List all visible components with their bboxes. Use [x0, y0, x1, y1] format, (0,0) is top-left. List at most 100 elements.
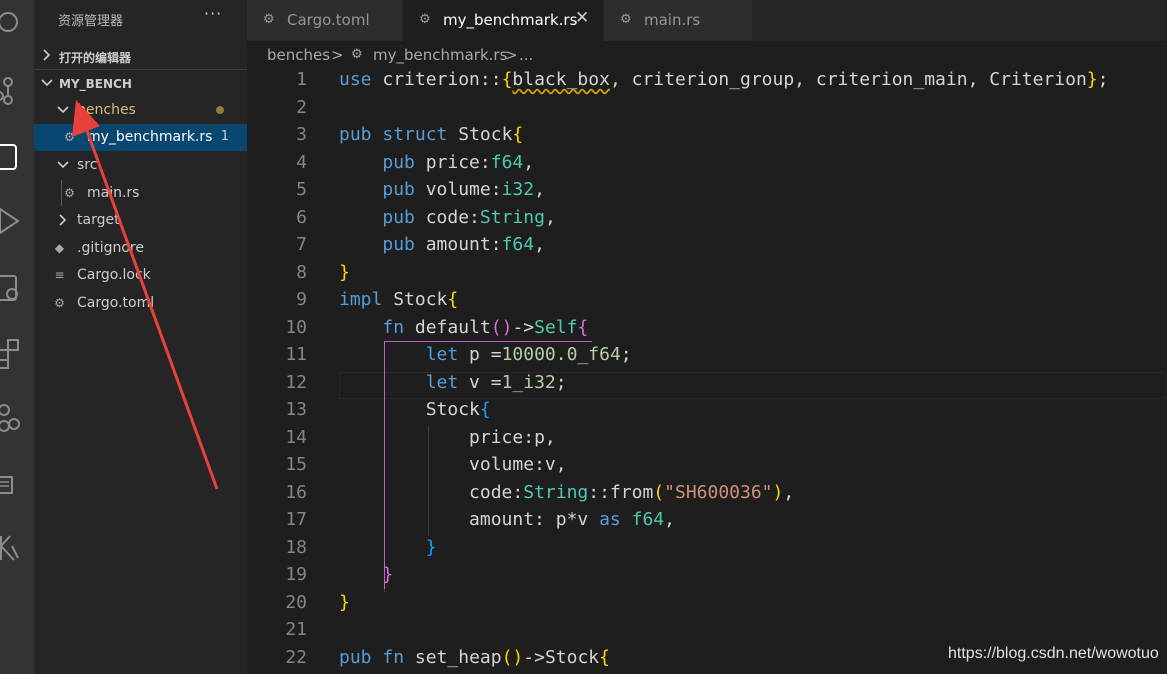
explorer-title: 资源管理器 [58, 14, 124, 29]
editor-tabs: ⚙ Cargo.toml ⚙ my_benchmark.rs ✕ ⚙ main.… [247, 0, 1167, 41]
code-line: } [382, 564, 394, 585]
code-line: } [339, 592, 350, 613]
tree-item-label: .gitignore [77, 240, 144, 256]
project-section[interactable]: MY_BENCH [34, 71, 247, 97]
tree-item-cargo-lock[interactable]: ≡ Cargo.lock [34, 262, 247, 289]
line-number: 15 [285, 454, 307, 475]
breadcrumb-item-benches[interactable]: benches [267, 46, 330, 64]
open-editors-label: 打开的编辑器 [59, 51, 132, 65]
line-number: 9 [296, 289, 307, 310]
code-line: volume:v, [339, 454, 567, 475]
tree-item-cargo-toml[interactable]: ⚙ Cargo.toml [34, 290, 247, 317]
problem-count-badge: 1 [220, 129, 229, 144]
rust-icon: ⚙ [620, 12, 632, 27]
code-line: let v =1_i32; [425, 372, 567, 393]
line-number: 1 [296, 69, 307, 90]
activity-bar [0, 0, 34, 674]
source-control-icon[interactable] [0, 74, 34, 108]
line-number: 4 [296, 151, 307, 173]
watermark: https://blog.csdn.net/wowotuo [948, 645, 1159, 662]
code-line: } [339, 262, 350, 283]
tree-item-src[interactable]: src [34, 152, 247, 179]
chevron-down-icon [57, 161, 69, 169]
line-number: 5 [296, 179, 307, 200]
modified-dot [216, 106, 224, 114]
tree-item-target[interactable]: target [34, 207, 247, 234]
code-line: pub fn set_heap()->Stock{ [339, 647, 610, 668]
chevron-down-icon [41, 79, 53, 87]
breadcrumb-item-symbols[interactable]: ... [519, 46, 533, 64]
line-number: 19 [285, 564, 307, 585]
line-number: 22 [285, 646, 307, 668]
tree-item-label: target [77, 212, 120, 228]
outline-icon[interactable] [0, 470, 34, 504]
code-line: amount: p*v as f64, [339, 509, 675, 530]
line-number: 8 [296, 261, 307, 283]
line-number: 13 [285, 399, 307, 420]
tree-item-label: Cargo.toml [77, 295, 155, 311]
breadcrumb-item-file[interactable]: my_benchmark.rs [373, 46, 507, 64]
tab-label: Cargo.toml [287, 11, 370, 29]
tree-item-label: benches [77, 102, 136, 118]
line-number: 12 [285, 371, 307, 393]
line-number: 18 [285, 536, 307, 558]
explorer-files-icon[interactable] [0, 140, 34, 174]
line-number: 16 [285, 481, 307, 503]
tree-item-label: Cargo.lock [77, 267, 151, 283]
line-number: 11 [285, 344, 307, 365]
chevron-down-icon [57, 106, 69, 114]
remote-explorer-icon[interactable] [0, 272, 34, 306]
line-number: 17 [285, 509, 307, 530]
code-line: pub amount:f64, [382, 234, 545, 255]
code-line: let p =10000.0_f64; [425, 344, 632, 365]
code-line: pub code:String, [382, 207, 556, 228]
line-number: 6 [296, 206, 307, 228]
code-line: code:String::from("SH600036"), [339, 482, 795, 503]
chevron-right-icon [43, 49, 51, 61]
rust-icon: ⚙ [419, 12, 431, 27]
code-line: fn default()->Self{ [382, 317, 589, 338]
code-line: Stock{ [339, 399, 491, 420]
tab-cargo-toml[interactable]: ⚙ Cargo.toml [247, 0, 402, 41]
git-icon: ◆ [54, 241, 65, 255]
code-editor[interactable]: 1 2 3 4 5 6 7 8 9 10 11 12 13 14 15 16 17 18 19 20 21 22 use … [247, 69, 1167, 674]
tree-item-gitignore[interactable]: ◆ .gitignore [34, 235, 247, 262]
code-line: price:p, [339, 427, 556, 448]
code-line: impl Stock{ [339, 289, 459, 310]
search-icon[interactable] [0, 4, 34, 38]
lines-icon: ≡ [54, 268, 65, 282]
gear-icon: ⚙ [263, 12, 275, 27]
testing-icon[interactable] [0, 532, 34, 566]
tree-item-main-rs[interactable]: ⚙ main.rs [34, 180, 247, 207]
run-debug-icon[interactable] [0, 205, 34, 239]
open-editors-section[interactable]: 打开的编辑器 [34, 43, 247, 69]
more-actions-icon[interactable]: ··· [204, 4, 222, 23]
tab-label: my_benchmark.rs [443, 11, 578, 29]
code-line: } [425, 537, 437, 558]
tab-my-benchmark[interactable]: ⚙ my_benchmark.rs ✕ [403, 0, 603, 41]
extensions-icon[interactable] [0, 336, 34, 370]
close-icon[interactable]: ✕ [575, 8, 589, 28]
line-number: 20 [285, 591, 307, 613]
gear-icon: ⚙ [54, 296, 65, 310]
breadcrumb-separator: > [331, 46, 344, 64]
breadcrumb-separator: > [505, 46, 518, 64]
chevron-right-icon [59, 214, 67, 226]
line-number: 10 [285, 316, 307, 338]
breadcrumb: benches > ⚙ my_benchmark.rs > ... [247, 41, 1167, 69]
tree-item-label: main.rs [87, 185, 140, 201]
line-number: 7 [296, 234, 307, 255]
tree-item-my-benchmark[interactable]: ⚙ my_benchmark.rs 1 [34, 124, 247, 151]
tree-item-label: src [77, 157, 98, 173]
rust-icon: ⚙ [64, 130, 75, 144]
code-line: pub volume:i32, [382, 179, 545, 200]
line-number: 2 [296, 96, 307, 118]
tab-main-rs[interactable]: ⚙ main.rs [604, 0, 752, 41]
accounts-icon[interactable] [0, 402, 34, 436]
tree-item-label: my_benchmark.rs [87, 129, 213, 145]
code-line: pub price:f64, [382, 152, 535, 173]
line-number: 3 [296, 124, 307, 145]
project-label: MY_BENCH [59, 77, 132, 91]
explorer-sidebar: 资源管理器 ··· 打开的编辑器 MY_BENCH benches ⚙ my_b… [34, 0, 247, 674]
code-line: use criterion::{black_box, criterion_gro… [339, 69, 1109, 90]
